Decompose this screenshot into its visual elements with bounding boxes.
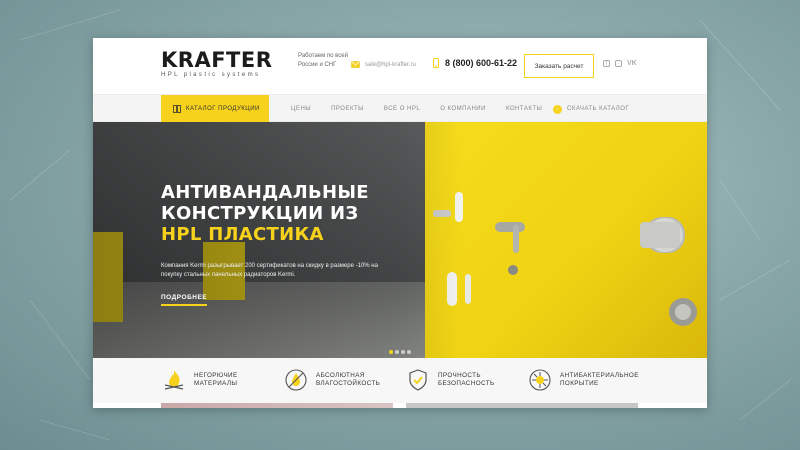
download-catalog-label: СКАЧАТЬ КАТАЛОГ (567, 106, 630, 112)
logo[interactable]: KRAFTER HPL plastic systems (161, 49, 272, 78)
next-section-preview (161, 403, 393, 408)
nav-item-about-company[interactable]: О КОМПАНИИ (440, 106, 486, 112)
phone-contact[interactable]: 8 (800) 600-61-22 (433, 58, 517, 68)
feature-antibacterial: АНТИБАКТЕРИАЛЬНОЕ ПОКРЫТИЕ (527, 367, 650, 393)
logo-wordmark: KRAFTER (161, 48, 273, 72)
shield-check-icon (409, 369, 427, 391)
fire-icon (164, 370, 184, 390)
catalog-icon (173, 105, 181, 113)
catalog-button[interactable]: КАТАЛОГ ПРОДУКЦИИ (161, 95, 269, 123)
slider-dot[interactable] (395, 350, 399, 354)
download-icon: ↓ (553, 104, 562, 114)
feature-label: ПРОЧНОСТЬ (438, 371, 481, 379)
vk-icon[interactable]: VK (627, 60, 637, 67)
read-more-link[interactable]: ПОДРОБНЕЕ (161, 294, 208, 306)
hero-title-line: КОНСТРУКЦИИ ИЗ (161, 203, 359, 224)
feature-label: ПОКРЫТИЕ (560, 380, 599, 387)
slider-dot[interactable] (407, 350, 411, 354)
next-section-preview (406, 403, 638, 408)
phone-number[interactable]: 8 (800) 600-61-22 (445, 58, 517, 68)
main-navigation: КАТАЛОГ ПРОДУКЦИИ ЦЕНЫ ПРОЕКТЫ ВСЕ О HPL… (93, 94, 707, 123)
region-text: Работаем по всей России и СНГ (298, 53, 348, 68)
feature-strength-safety: ПРОЧНОСТЬ БЕЗОПАСНОСТЬ (405, 367, 528, 393)
feature-label: АНТИБАКТЕРИАЛЬНОЕ (560, 371, 639, 379)
feature-moisture-resistant: АБСОЛЮТНАЯ ВЛАГОСТОЙКОСТЬ (283, 367, 406, 393)
nav-item-contacts[interactable]: КОНТАКТЫ (506, 106, 542, 112)
nav-item-projects[interactable]: ПРОЕКТЫ (331, 106, 364, 112)
hero-title-highlight: HPL ПЛАСТИКА (161, 224, 324, 245)
phone-icon (433, 58, 439, 68)
feature-label: ВЛАГОСТОЙКОСТЬ (316, 380, 381, 387)
envelope-icon (351, 61, 360, 68)
nav-menu: ЦЕНЫ ПРОЕКТЫ ВСЕ О HPL О КОМПАНИИ КОНТАК… (291, 95, 542, 123)
feature-label: БЕЗОПАСНОСТЬ (438, 380, 495, 387)
download-catalog-link[interactable]: ↓ СКАЧАТЬ КАТАЛОГ (553, 95, 629, 123)
feature-label: АБСОЛЮТНАЯ (316, 371, 365, 379)
slider-dot-active[interactable] (389, 350, 393, 354)
site-header: KRAFTER HPL plastic systems Работаем по … (93, 38, 707, 94)
email-contact[interactable]: sale@hpl-krafter.ru (351, 61, 416, 68)
nav-item-prices[interactable]: ЦЕНЫ (291, 106, 311, 112)
facebook-icon[interactable]: f (603, 60, 610, 67)
catalog-label: КАТАЛОГ ПРОДУКЦИИ (186, 106, 260, 112)
slider-pagination (389, 350, 411, 354)
water-drop-icon (285, 369, 307, 391)
hero-title: АНТИВАНДАЛЬНЫЕ КОНСТРУКЦИИ ИЗ HPL ПЛАСТИ… (161, 182, 421, 245)
feature-label: НЕГОРЮЧИЕ (194, 371, 238, 379)
hero-slider: АНТИВАНДАЛЬНЫЕ КОНСТРУКЦИИ ИЗ HPL ПЛАСТИ… (93, 122, 707, 358)
feature-label: МАТЕРИАЛЫ (194, 380, 238, 387)
social-links: f ◦ VK (603, 60, 637, 67)
feature-non-flammable: НЕГОРЮЧИЕ МАТЕРИАЛЫ (161, 367, 284, 393)
slider-dot[interactable] (401, 350, 405, 354)
logo-tagline: HPL plastic systems (161, 72, 261, 78)
web-page: KRAFTER HPL plastic systems Работаем по … (93, 38, 707, 408)
hero-title-line: АНТИВАНДАЛЬНЫЕ (161, 182, 369, 203)
features-bar: НЕГОРЮЧИЕ МАТЕРИАЛЫ АБСОЛЮТНАЯ ВЛАГОСТОЙ… (93, 358, 707, 403)
order-calculation-button[interactable]: Заказать расчет (524, 54, 594, 78)
instagram-icon[interactable]: ◦ (615, 60, 622, 67)
nav-item-about-hpl[interactable]: ВСЕ О HPL (384, 106, 420, 112)
email-link[interactable]: sale@hpl-krafter.ru (365, 62, 416, 68)
antibacterial-icon (529, 369, 551, 391)
hero-description: Компания Kermi разыгрывает 200 сертифика… (161, 263, 378, 278)
